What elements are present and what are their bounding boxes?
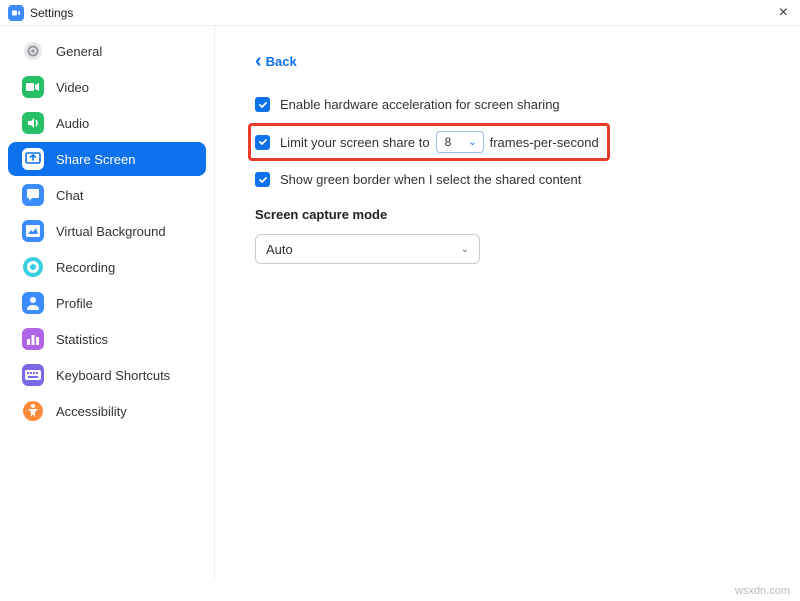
virtual-background-icon <box>22 220 44 242</box>
sidebar-item-virtual-background[interactable]: Virtual Background <box>8 214 206 248</box>
gear-icon <box>22 40 44 62</box>
app-icon <box>8 5 24 21</box>
fps-value: 8 <box>445 135 452 149</box>
audio-icon <box>22 112 44 134</box>
sidebar-item-statistics[interactable]: Statistics <box>8 322 206 356</box>
sidebar-item-profile[interactable]: Profile <box>8 286 206 320</box>
option-green-border[interactable]: Show green border when I select the shar… <box>255 172 760 187</box>
sidebar-item-label: Recording <box>56 260 115 275</box>
capture-mode-select[interactable]: Auto ⌄ <box>255 234 480 264</box>
sidebar-item-general[interactable]: General <box>8 34 206 68</box>
option-label: Enable hardware acceleration for screen … <box>280 97 560 112</box>
sidebar-item-audio[interactable]: Audio <box>8 106 206 140</box>
sidebar-item-label: Keyboard Shortcuts <box>56 368 170 383</box>
sidebar-item-label: Statistics <box>56 332 108 347</box>
option-limit-fps[interactable]: Limit your screen share to 8 ⌄ frames-pe… <box>255 131 599 153</box>
section-title-capture-mode: Screen capture mode <box>255 207 760 222</box>
sidebar-item-label: Audio <box>56 116 89 131</box>
window-title: Settings <box>30 6 73 20</box>
sidebar-item-chat[interactable]: Chat <box>8 178 206 212</box>
chevron-down-icon: ⌄ <box>468 137 476 148</box>
chat-icon <box>22 184 44 206</box>
content-container: General Video Audio Share Screen Chat Vi… <box>0 26 800 581</box>
sidebar: General Video Audio Share Screen Chat Vi… <box>0 26 215 581</box>
sidebar-item-label: Chat <box>56 188 83 203</box>
accessibility-icon <box>22 400 44 422</box>
profile-icon <box>22 292 44 314</box>
statistics-icon <box>22 328 44 350</box>
titlebar: Settings × <box>0 0 800 26</box>
option-label: Show green border when I select the shar… <box>280 172 581 187</box>
sidebar-item-label: Profile <box>56 296 93 311</box>
close-button[interactable]: × <box>775 4 792 22</box>
sidebar-item-label: Accessibility <box>56 404 127 419</box>
sidebar-item-label: Video <box>56 80 89 95</box>
sidebar-item-accessibility[interactable]: Accessibility <box>8 394 206 428</box>
sidebar-item-share-screen[interactable]: Share Screen <box>8 142 206 176</box>
video-icon <box>22 76 44 98</box>
main-panel: Back Enable hardware acceleration for sc… <box>215 26 800 581</box>
sidebar-item-keyboard-shortcuts[interactable]: Keyboard Shortcuts <box>8 358 206 392</box>
capture-mode-value: Auto <box>266 242 293 257</box>
sidebar-item-label: Virtual Background <box>56 224 166 239</box>
highlight-limit-fps: Limit your screen share to 8 ⌄ frames-pe… <box>248 123 610 161</box>
back-link[interactable]: Back <box>255 54 297 69</box>
checkbox-checked-icon[interactable] <box>255 97 270 112</box>
keyboard-icon <box>22 364 44 386</box>
sidebar-item-label: General <box>56 44 102 59</box>
sidebar-item-video[interactable]: Video <box>8 70 206 104</box>
checkbox-checked-icon[interactable] <box>255 172 270 187</box>
option-label-suffix: frames-per-second <box>490 135 599 150</box>
sidebar-item-recording[interactable]: Recording <box>8 250 206 284</box>
fps-select[interactable]: 8 ⌄ <box>436 131 484 153</box>
back-label: Back <box>266 54 297 69</box>
chevron-down-icon: ⌄ <box>461 244 469 255</box>
option-hardware-accel[interactable]: Enable hardware acceleration for screen … <box>255 97 760 112</box>
checkbox-checked-icon[interactable] <box>255 135 270 150</box>
option-label-prefix: Limit your screen share to <box>280 135 430 150</box>
watermark: wsxdn.com <box>735 585 790 597</box>
recording-icon <box>22 256 44 278</box>
share-screen-icon <box>22 148 44 170</box>
sidebar-item-label: Share Screen <box>56 152 136 167</box>
